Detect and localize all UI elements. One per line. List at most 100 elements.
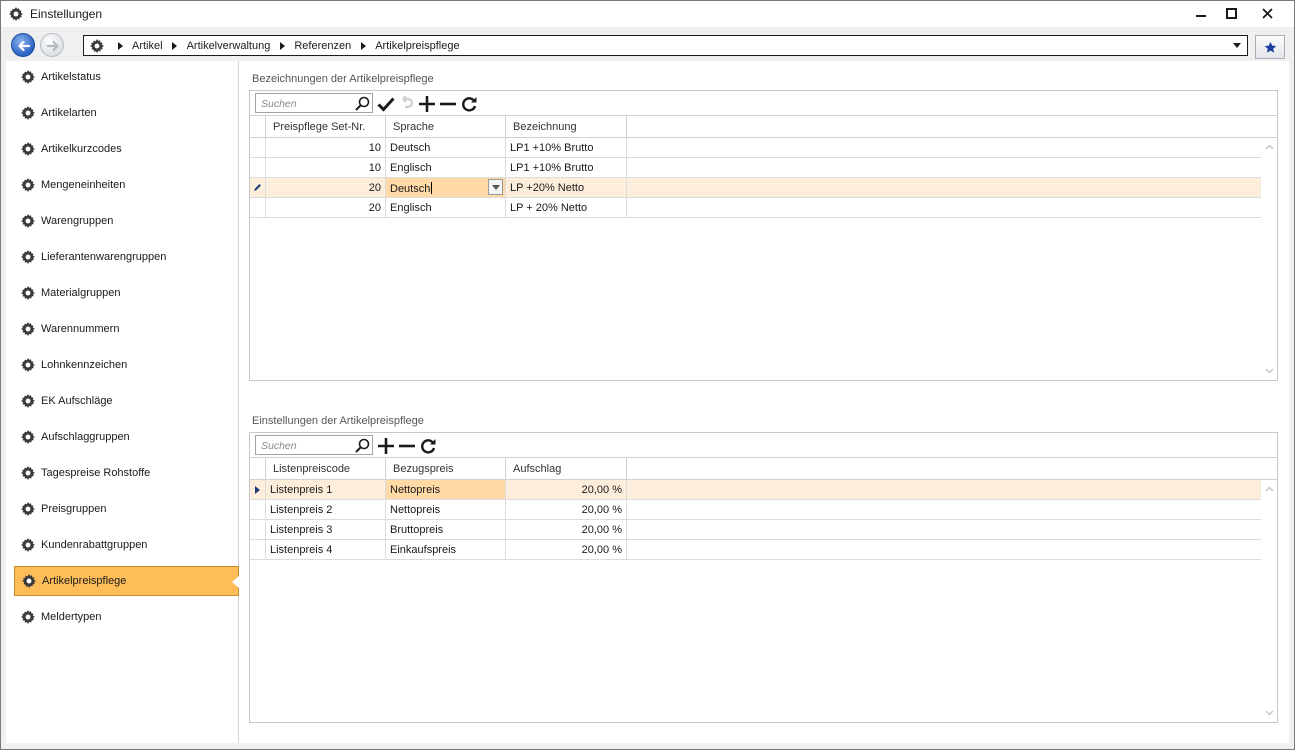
cell-bezeichnung[interactable]: LP +20% Netto <box>506 178 627 197</box>
section-title-einstellungen: Einstellungen der Artikelpreispflege <box>252 415 424 427</box>
row-indicator[interactable] <box>250 520 266 539</box>
cell-bezugspreis[interactable]: Nettopreis <box>386 500 506 519</box>
sprache-combobox[interactable]: Deutsch <box>386 178 506 197</box>
cell-set-nr[interactable]: 10 <box>266 158 386 177</box>
table-row-focused[interactable]: Listenpreis 1 Nettopreis 20,00 % <box>250 480 1262 500</box>
breadcrumb-item[interactable]: Artikelpreispflege <box>375 40 459 52</box>
cell-bezeichnung[interactable]: LP1 +10% Brutto <box>506 138 627 157</box>
scroll-down-icon[interactable] <box>1264 366 1274 376</box>
cell-bezugspreis[interactable]: Einkaufspreis <box>386 540 506 559</box>
sidebar-item-mengeneinheiten[interactable]: Mengeneinheiten <box>14 170 239 200</box>
vertical-scrollbar[interactable] <box>1261 138 1277 380</box>
search-input[interactable]: Suchen <box>255 93 373 113</box>
table-row[interactable]: 10 Englisch LP1 +10% Brutto <box>250 158 1262 178</box>
breadcrumb-dropdown-button[interactable] <box>1229 37 1245 54</box>
table-row[interactable]: 20 Englisch LP + 20% Netto <box>250 198 1262 218</box>
cell-listenpreiscode[interactable]: Listenpreis 3 <box>266 520 386 539</box>
sidebar-item-artikelpreispflege[interactable]: Artikelpreispflege <box>14 566 239 596</box>
search-icon[interactable] <box>354 437 371 454</box>
table-row-editing[interactable]: 20 Deutsch LP +20% Netto <box>250 178 1262 198</box>
back-button[interactable] <box>11 33 35 57</box>
remove-button[interactable] <box>438 94 458 114</box>
cell-bezugspreis[interactable]: Nettopreis <box>386 480 506 499</box>
search-input[interactable]: Suchen <box>255 435 373 455</box>
sidebar-item-artikelarten[interactable]: Artikelarten <box>14 98 239 128</box>
row-indicator[interactable] <box>250 198 266 217</box>
breadcrumb-item[interactable]: Artikel <box>132 40 163 52</box>
breadcrumb[interactable]: Artikel Artikelverwaltung Referenzen Art… <box>83 35 1248 56</box>
refresh-button[interactable] <box>459 94 479 114</box>
sidebar-item-materialgruppen[interactable]: Materialgruppen <box>14 278 239 308</box>
sidebar-item-warennummern[interactable]: Warennummern <box>14 314 239 344</box>
sidebar-item-lieferantenwarengruppen[interactable]: Lieferantenwarengruppen <box>14 242 239 272</box>
undo-button[interactable] <box>397 94 417 114</box>
remove-button[interactable] <box>397 436 417 456</box>
scroll-up-icon[interactable] <box>1264 142 1274 152</box>
favorite-button[interactable] <box>1255 35 1285 59</box>
cell-aufschlag[interactable]: 20,00 % <box>506 520 627 539</box>
add-button[interactable] <box>376 436 396 456</box>
row-indicator[interactable] <box>250 500 266 519</box>
minimize-button[interactable] <box>1184 1 1218 25</box>
chevron-right-icon[interactable] <box>358 36 368 55</box>
cell-bezeichnung[interactable]: LP + 20% Netto <box>506 198 627 217</box>
cell-sprache[interactable]: Englisch <box>386 158 506 177</box>
cell-bezeichnung[interactable]: LP1 +10% Brutto <box>506 158 627 177</box>
column-header-aufschlag[interactable]: Aufschlag <box>506 458 627 479</box>
chevron-right-icon[interactable] <box>170 36 180 55</box>
sidebar-item-artikelstatus[interactable]: Artikelstatus <box>14 62 239 92</box>
scroll-up-icon[interactable] <box>1264 484 1274 494</box>
row-indicator[interactable] <box>250 178 266 197</box>
cell-bezugspreis[interactable]: Bruttopreis <box>386 520 506 539</box>
maximize-button[interactable] <box>1214 1 1248 25</box>
close-button[interactable] <box>1250 1 1284 25</box>
column-header-listenpreiscode[interactable]: Listenpreiscode <box>266 458 386 479</box>
column-header-sprache[interactable]: Sprache <box>386 116 506 137</box>
table-row[interactable]: Listenpreis 4 Einkaufspreis 20,00 % <box>250 540 1262 560</box>
refresh-button[interactable] <box>418 436 438 456</box>
search-icon[interactable] <box>354 95 371 112</box>
sidebar-item-kundenrabattgruppen[interactable]: Kundenrabattgruppen <box>14 530 239 560</box>
gear-icon <box>9 7 23 21</box>
sidebar-item-ek-aufschläge[interactable]: EK Aufschläge <box>14 386 239 416</box>
row-indicator[interactable] <box>250 158 266 177</box>
cell-set-nr[interactable]: 20 <box>266 178 386 197</box>
cell-listenpreiscode[interactable]: Listenpreis 2 <box>266 500 386 519</box>
cell-aufschlag[interactable]: 20,00 % <box>506 540 627 559</box>
column-header-bezeichnung[interactable]: Bezeichnung <box>506 116 627 137</box>
sidebar-item-artikelkurzcodes[interactable]: Artikelkurzcodes <box>14 134 239 164</box>
breadcrumb-item[interactable]: Artikelverwaltung <box>187 40 271 52</box>
cell-set-nr[interactable]: 20 <box>266 198 386 217</box>
chevron-right-icon[interactable] <box>115 36 125 55</box>
cell-sprache[interactable]: Englisch <box>386 198 506 217</box>
chevron-right-icon[interactable] <box>277 36 287 55</box>
row-indicator[interactable] <box>250 138 266 157</box>
cell-aufschlag[interactable]: 20,00 % <box>506 480 627 499</box>
scroll-down-icon[interactable] <box>1264 708 1274 718</box>
sidebar-item-preisgruppen[interactable]: Preisgruppen <box>14 494 239 524</box>
save-button[interactable] <box>376 94 396 114</box>
table-row[interactable]: Listenpreis 3 Bruttopreis 20,00 % <box>250 520 1262 540</box>
gear-icon[interactable] <box>86 36 108 55</box>
row-indicator[interactable] <box>250 480 266 499</box>
cell-listenpreiscode[interactable]: Listenpreis 1 <box>266 480 386 499</box>
cell-listenpreiscode[interactable]: Listenpreis 4 <box>266 540 386 559</box>
table-row[interactable]: Listenpreis 2 Nettopreis 20,00 % <box>250 500 1262 520</box>
add-button[interactable] <box>417 94 437 114</box>
cell-set-nr[interactable]: 10 <box>266 138 386 157</box>
cell-aufschlag[interactable]: 20,00 % <box>506 500 627 519</box>
combobox-dropdown-button[interactable] <box>488 179 503 195</box>
vertical-scrollbar[interactable] <box>1261 480 1277 722</box>
table-row[interactable]: 10 Deutsch LP1 +10% Brutto <box>250 138 1262 158</box>
cell-sprache[interactable]: Deutsch <box>386 138 506 157</box>
sidebar-item-warengruppen[interactable]: Warengruppen <box>14 206 239 236</box>
sidebar-item-aufschlaggruppen[interactable]: Aufschlaggruppen <box>14 422 239 452</box>
breadcrumb-item[interactable]: Referenzen <box>294 40 351 52</box>
sidebar-item-tagespreise-rohstoffe[interactable]: Tagespreise Rohstoffe <box>14 458 239 488</box>
column-header-set-nr[interactable]: Preispflege Set-Nr. <box>266 116 386 137</box>
forward-button[interactable] <box>40 33 64 57</box>
sidebar-item-lohnkennzeichen[interactable]: Lohnkennzeichen <box>14 350 239 380</box>
column-header-bezugspreis[interactable]: Bezugspreis <box>386 458 506 479</box>
sidebar-item-meldertypen[interactable]: Meldertypen <box>14 602 239 632</box>
row-indicator[interactable] <box>250 540 266 559</box>
